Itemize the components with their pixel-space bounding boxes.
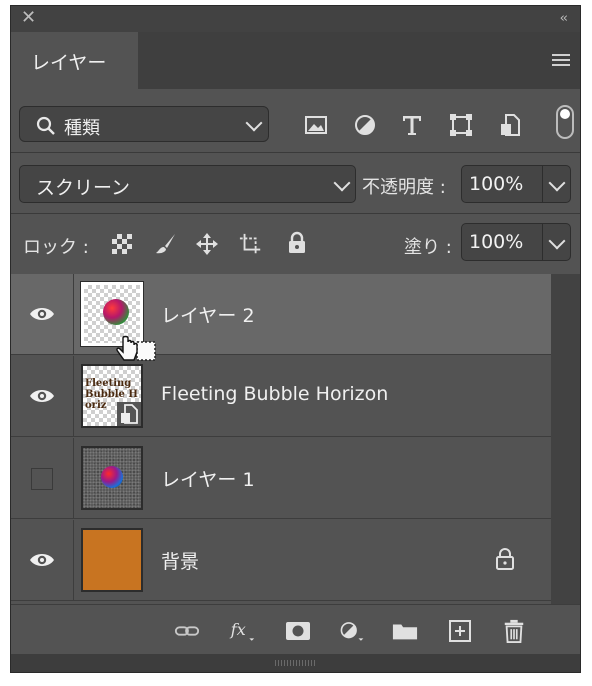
filter-toggle-switch[interactable] [556, 105, 574, 139]
layer-row-background[interactable]: 背景 [11, 520, 551, 601]
layer-name[interactable]: レイヤー 2 [161, 301, 255, 328]
tab-layers-label: レイヤー [31, 52, 107, 74]
tab-bar: レイヤー [11, 32, 580, 89]
new-layer-icon[interactable] [447, 619, 473, 643]
panel-menu-icon[interactable] [552, 54, 570, 67]
fill-value: 100% [469, 231, 524, 253]
chevron-down-icon [245, 114, 263, 132]
blend-mode-value: スクリーン [36, 177, 131, 199]
layer-thumbnail[interactable] [81, 446, 143, 510]
filter-kind-label: 種類 [64, 118, 100, 139]
opacity-label: 不透明度 : [362, 177, 446, 198]
lock-position-icon[interactable] [195, 232, 219, 256]
eye-icon [30, 390, 54, 402]
type-filter-icon[interactable] [400, 113, 424, 137]
add-mask-icon[interactable] [285, 619, 311, 643]
fill-label: 塗り : [404, 237, 452, 258]
eye-icon [30, 308, 54, 320]
visibility-toggle[interactable] [11, 356, 74, 436]
adjustment-layer-icon[interactable] [339, 619, 365, 643]
layer-effects-icon[interactable]: fx [229, 619, 255, 643]
lock-image-pixels-icon[interactable] [154, 232, 178, 256]
layer-thumbnail[interactable] [81, 528, 143, 592]
visibility-toggle[interactable] [11, 438, 74, 518]
eye-icon [30, 554, 54, 566]
lock-transparent-pixels-icon[interactable] [110, 232, 134, 256]
layer-thumbnail[interactable]: Fleeting Bubble Horiz [81, 364, 143, 428]
blend-mode-dropdown[interactable]: スクリーン [19, 165, 356, 203]
fill-field[interactable]: 100% [461, 223, 571, 261]
filter-kind-dropdown[interactable]: 種類 [19, 106, 269, 142]
panel-resize-grip[interactable] [11, 654, 580, 672]
link-layers-icon[interactable] [174, 619, 200, 643]
delete-layer-trash-icon[interactable] [501, 619, 527, 643]
opacity-value: 100% [469, 173, 524, 195]
collapse-icon[interactable]: ‹‹ [560, 11, 569, 26]
layer-row-layer-1[interactable]: レイヤー 1 [11, 438, 551, 519]
layer-row-fleeting-bubble-horizon[interactable]: Fleeting Bubble Horiz Fleeting Bubble Ho… [11, 356, 551, 437]
lock-artboard-icon[interactable] [239, 232, 263, 256]
svg-text:fx: fx [230, 620, 246, 639]
divider [11, 152, 580, 153]
lock-all-icon[interactable] [285, 231, 309, 255]
lock-row: ロック : 塗り : 100% [11, 216, 580, 272]
layer-name[interactable]: 背景 [161, 547, 199, 574]
layers-footer-toolbar: fx [11, 604, 580, 655]
close-icon[interactable]: ✕ [21, 9, 36, 27]
layer-name[interactable]: Fleeting Bubble Horizon [161, 383, 388, 405]
layer-lock-icon [496, 548, 514, 570]
layer-name[interactable]: レイヤー 1 [161, 465, 255, 492]
adjustment-filter-icon[interactable] [353, 113, 377, 137]
image-filter-icon[interactable] [304, 113, 328, 137]
shape-filter-icon[interactable] [449, 113, 473, 137]
chevron-down-icon[interactable] [548, 232, 566, 250]
tab-layers[interactable]: レイヤー [11, 32, 138, 89]
layers-list: レイヤー 2 Fleeting Bubble Horiz Fleeting Bu… [11, 274, 580, 604]
chevron-down-icon [333, 174, 351, 192]
visibility-empty-box [31, 468, 53, 490]
panel-title-bar: ✕ ‹‹ [11, 6, 580, 32]
filter-row: 種類 [11, 101, 580, 147]
divider [11, 213, 580, 214]
layers-panel: ✕ ‹‹ レイヤー 種類 スクリーン 不透明度: 100% ロック: 塗り … [10, 5, 581, 673]
smart-object-filter-icon[interactable] [498, 113, 522, 137]
lock-label: ロック : [23, 237, 89, 258]
visibility-toggle[interactable] [11, 520, 74, 600]
chevron-down-icon[interactable] [548, 174, 566, 192]
search-icon [36, 116, 55, 135]
new-group-folder-icon[interactable] [392, 619, 418, 643]
layer-row-layer-2[interactable]: レイヤー 2 [11, 274, 551, 361]
visibility-toggle[interactable] [11, 274, 74, 354]
opacity-field[interactable]: 100% [461, 165, 571, 203]
smart-object-badge-icon [117, 402, 141, 426]
blend-row: スクリーン 不透明度 : 100% [11, 156, 580, 210]
layers-scrollbar[interactable] [551, 274, 580, 604]
